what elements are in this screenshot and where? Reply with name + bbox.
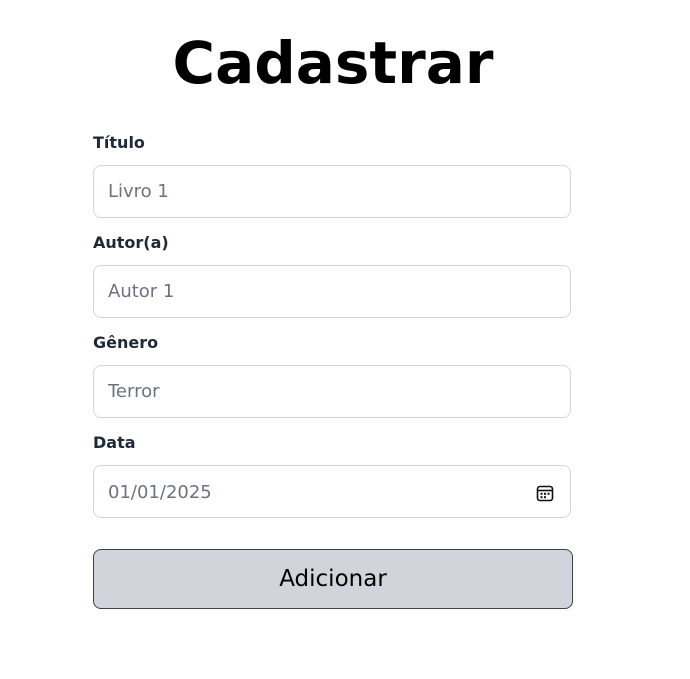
genre-field-box xyxy=(93,365,571,418)
title-field-box xyxy=(93,165,571,218)
title-input[interactable] xyxy=(94,166,570,217)
date-value: 01/01/2025 xyxy=(108,482,212,503)
title-label: Título xyxy=(93,133,145,152)
date-input[interactable]: 01/01/2025 xyxy=(93,465,571,518)
author-input[interactable] xyxy=(94,266,570,317)
add-button[interactable]: Adicionar xyxy=(93,549,573,609)
genre-input[interactable] xyxy=(94,366,570,417)
page-title: Cadastrar xyxy=(172,29,494,97)
author-label: Autor(a) xyxy=(93,233,169,252)
author-field-box xyxy=(93,265,571,318)
date-label: Data xyxy=(93,433,136,452)
register-page: Cadastrar Título Autor(a) Gênero Data 01… xyxy=(0,0,690,679)
genre-label: Gênero xyxy=(93,333,159,352)
calendar-icon[interactable] xyxy=(536,484,554,502)
